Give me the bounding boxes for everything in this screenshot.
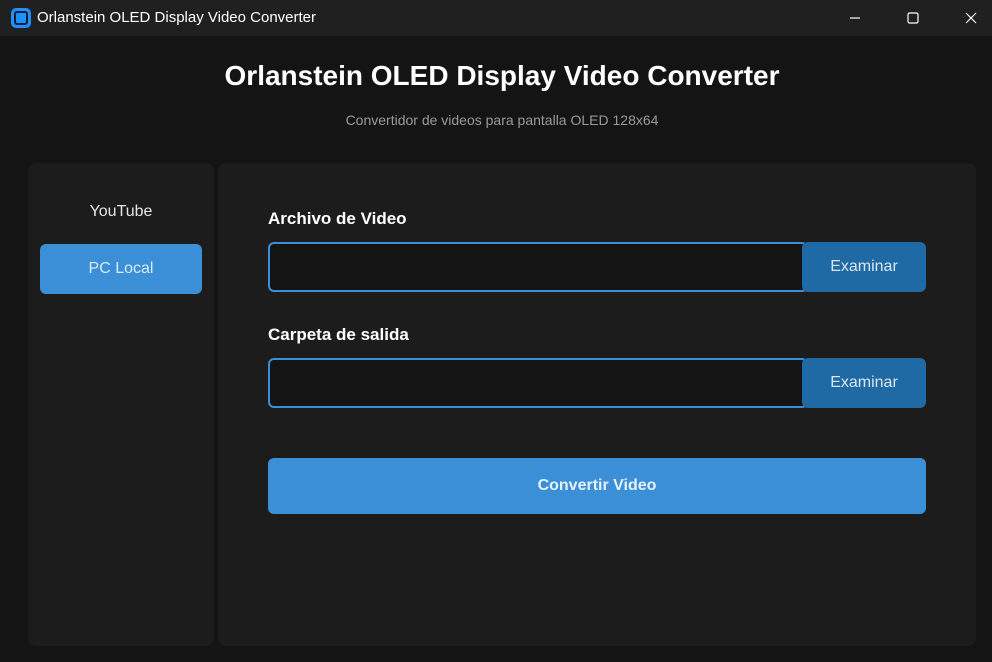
minimize-button[interactable] xyxy=(832,0,878,36)
output-folder-label: Carpeta de salida xyxy=(268,325,409,344)
app-icon xyxy=(11,8,31,28)
title-bar[interactable]: Orlanstein OLED Display Video Converter xyxy=(0,0,992,36)
convert-video-button[interactable]: Convertir Video xyxy=(268,458,926,514)
maximize-button[interactable] xyxy=(890,0,936,36)
video-file-label: Archivo de Video xyxy=(268,209,407,228)
window-title: Orlanstein OLED Display Video Converter xyxy=(37,9,317,26)
maximize-icon xyxy=(907,12,919,24)
browse-video-button[interactable]: Examinar xyxy=(802,242,926,292)
browse-output-button[interactable]: Examinar xyxy=(802,358,926,408)
sidebar-item-pc-local[interactable]: PC Local xyxy=(40,244,202,294)
video-file-input[interactable] xyxy=(268,242,808,292)
page-title: Orlanstein OLED Display Video Converter xyxy=(224,60,780,91)
minimize-icon xyxy=(849,12,861,24)
sidebar: YouTube PC Local xyxy=(28,163,214,646)
output-folder-input[interactable] xyxy=(268,358,808,408)
close-button[interactable] xyxy=(948,0,992,36)
main-panel: Archivo de Video Examinar Carpeta de sal… xyxy=(218,163,976,646)
page-subtitle: Convertidor de videos para pantalla OLED… xyxy=(345,112,659,128)
close-icon xyxy=(965,12,977,24)
app-window: Orlanstein OLED Display Video Converter … xyxy=(0,0,992,662)
sidebar-item-youtube[interactable]: YouTube xyxy=(40,187,202,237)
